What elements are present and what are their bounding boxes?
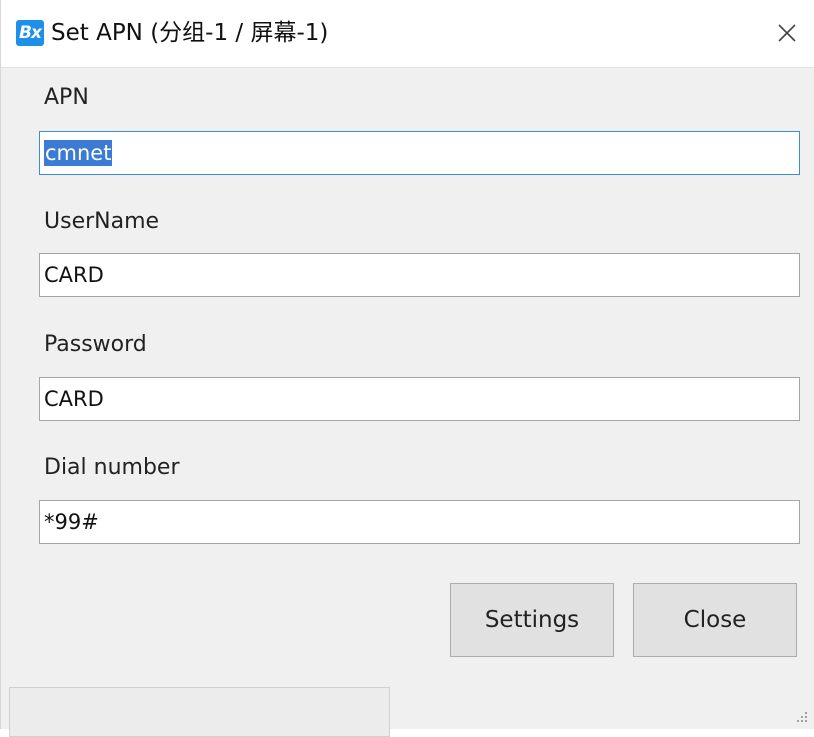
set-apn-dialog: Bx Set APN (分组-1 / 屏幕-1) APN cmnet UserN… — [0, 0, 814, 737]
apn-label: APN — [44, 85, 89, 110]
settings-button[interactable]: Settings — [450, 583, 614, 657]
password-input[interactable]: CARD — [39, 377, 800, 421]
apn-input[interactable]: cmnet — [39, 131, 800, 175]
status-bar-panel — [9, 687, 390, 737]
title-bar: Bx Set APN (分组-1 / 屏幕-1) — [1, 0, 814, 68]
username-label: UserName — [44, 209, 160, 234]
close-button[interactable]: Close — [633, 583, 797, 657]
username-input-value: CARD — [44, 263, 104, 287]
resize-grip-icon[interactable] — [796, 711, 808, 723]
dial-number-label: Dial number — [44, 455, 180, 480]
username-input[interactable]: CARD — [39, 253, 800, 297]
close-icon[interactable] — [773, 19, 801, 47]
dial-number-input-value: *99# — [44, 510, 99, 534]
apn-input-value: cmnet — [44, 140, 113, 166]
dial-number-input[interactable]: *99# — [39, 500, 800, 544]
password-input-value: CARD — [44, 387, 104, 411]
window-title: Set APN (分组-1 / 屏幕-1) — [51, 20, 329, 46]
close-icon-glyph — [778, 24, 796, 42]
app-logo-icon: Bx — [16, 20, 44, 46]
password-label: Password — [44, 332, 147, 357]
